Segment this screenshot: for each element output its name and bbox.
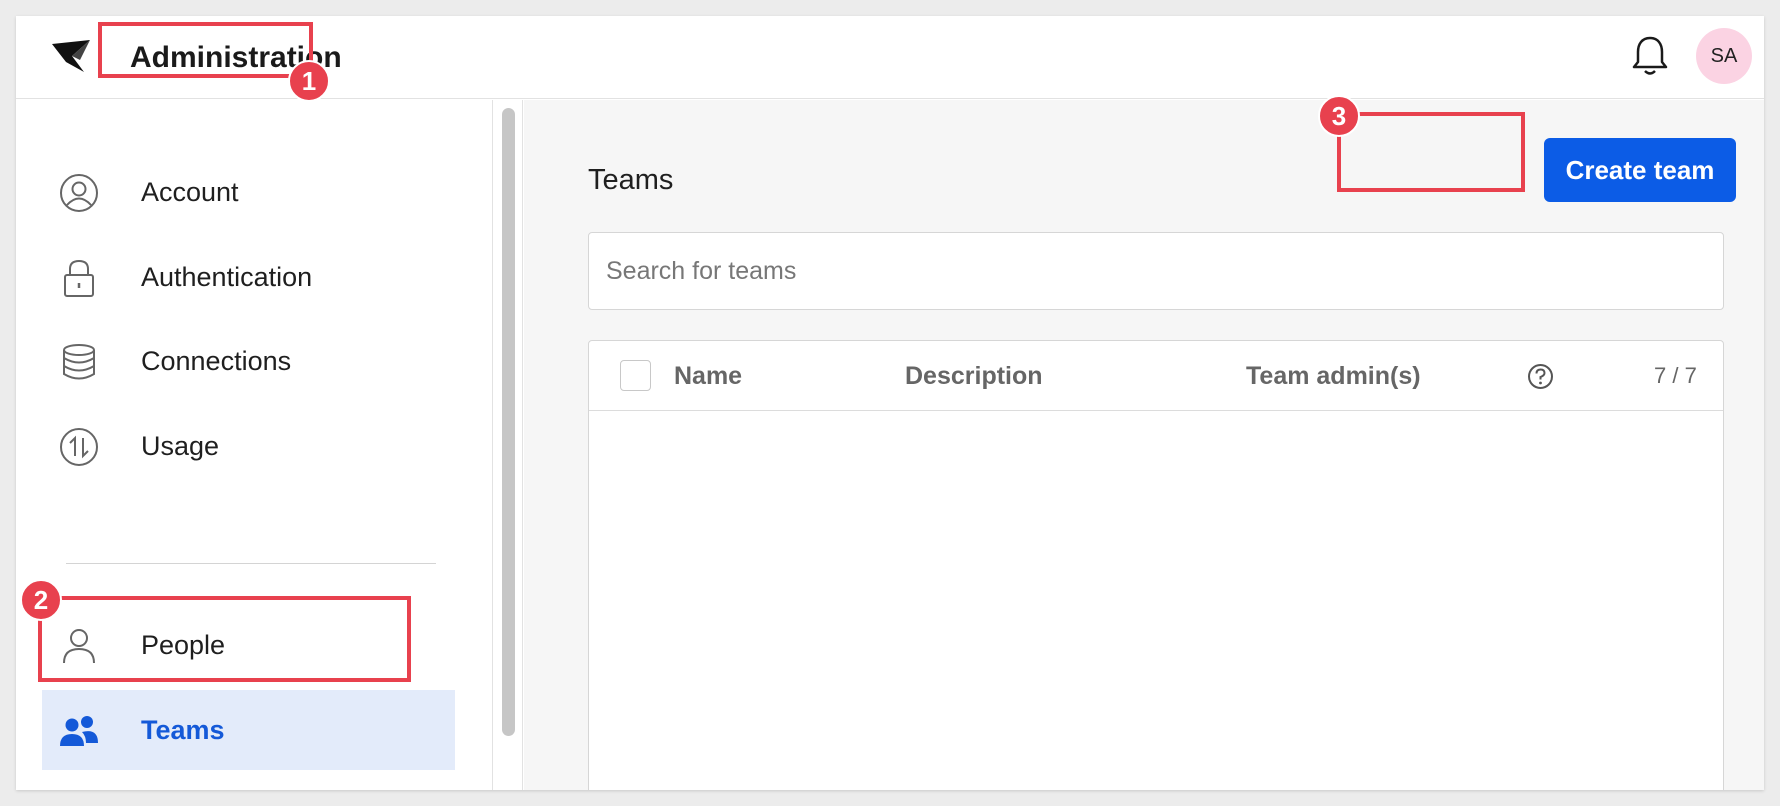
page-title: Teams (588, 164, 674, 196)
person-icon (63, 629, 95, 664)
sidebar-item-usage[interactable]: Usage (42, 406, 455, 486)
sidebar-item-connections[interactable]: Connections (42, 321, 455, 401)
help-icon[interactable] (1527, 363, 1554, 390)
sidebar-scrollbar[interactable] (493, 100, 523, 790)
app-header: Administration SA (16, 16, 1764, 99)
teams-table: Name Description Team admin(s) 7 / 7 (588, 340, 1724, 790)
create-team-button[interactable]: Create team (1544, 138, 1736, 202)
sidebar-item-label: Connections (141, 345, 292, 376)
sidebar-item-people[interactable]: People (42, 605, 455, 685)
search-input[interactable] (588, 232, 1724, 310)
main-content: Teams Create team Name Description Team … (524, 100, 1764, 790)
avatar[interactable]: SA (1696, 28, 1752, 84)
usage-arrows-icon (60, 428, 98, 466)
sidebar-item-label: Authentication (141, 261, 313, 292)
sidebar-item-label: Teams (141, 714, 225, 745)
scrollbar-thumb[interactable] (502, 108, 515, 736)
annotation-badge-1: 1 (288, 60, 330, 102)
annotation-badge-3: 3 (1318, 95, 1360, 137)
sidebar-item-teams[interactable]: Teams (42, 690, 455, 770)
column-header-name[interactable]: Name (674, 360, 742, 392)
column-header-team-admins[interactable]: Team admin(s) (1246, 360, 1421, 392)
admin-window: Administration SA Account Authentication (16, 16, 1764, 790)
sidebar-item-account[interactable]: Account (42, 152, 455, 232)
team-icon (60, 716, 98, 746)
column-header-description[interactable]: Description (905, 360, 1043, 392)
bird-logo-icon[interactable] (50, 34, 94, 78)
annotation-badge-2: 2 (20, 579, 62, 621)
sidebar-item-label: People (141, 629, 226, 660)
sidebar-divider (66, 563, 436, 564)
bell-icon[interactable] (1630, 34, 1670, 78)
database-icon (63, 344, 95, 380)
select-all-checkbox[interactable] (620, 360, 651, 391)
sidebar-item-label: Usage (141, 430, 220, 461)
user-circle-icon (60, 174, 98, 212)
sidebar-item-label: Account (141, 176, 239, 207)
sidebar-item-authentication[interactable]: Authentication (42, 237, 455, 317)
sidebar: Account Authentication Connections Usage… (16, 100, 493, 790)
results-count: 7 / 7 (1654, 363, 1697, 388)
lock-icon (64, 259, 94, 297)
table-header: Name Description Team admin(s) 7 / 7 (589, 341, 1723, 411)
